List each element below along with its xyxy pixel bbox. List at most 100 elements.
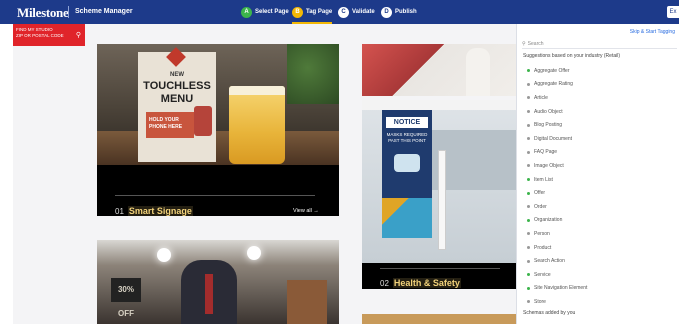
skip-start-tagging-link[interactable]: Skip & Start Tagging — [630, 29, 675, 35]
status-dot-icon — [527, 246, 530, 250]
step-label: Publish — [395, 9, 417, 15]
table-surface — [97, 131, 339, 165]
sign-badge-icon — [166, 47, 186, 67]
schema-label: Offer — [534, 190, 546, 197]
step-label: Select Page — [255, 9, 289, 15]
status-dot-icon — [527, 286, 530, 290]
schema-item[interactable]: Audio Object — [523, 105, 673, 119]
step-select-page[interactable]: A Select Page — [241, 6, 289, 18]
card-caption: 02 Health & Safety — [380, 278, 461, 288]
schema-label: Store — [534, 298, 546, 305]
phone-icon — [194, 106, 212, 136]
schema-item[interactable]: Item List — [523, 173, 673, 187]
card-number: 02 — [380, 278, 389, 288]
added-heading: Schemas added by you — [523, 310, 576, 316]
promo-sign: 30% OFF — [111, 278, 141, 318]
schema-label: Image Object — [534, 162, 564, 169]
schema-item[interactable]: Article — [523, 91, 673, 105]
step-badge: A — [241, 6, 252, 18]
schema-item[interactable]: Product — [523, 241, 673, 255]
card-health-safety[interactable]: NOTICE MASKS REQUIRED PAST THIS POINT 02… — [362, 100, 516, 289]
card-partial-top[interactable] — [362, 44, 516, 96]
exit-button[interactable]: Ex — [667, 6, 679, 18]
find-studio-box[interactable]: FIND MY STUDIO ZIP OR POSTAL CODE ⚲ — [13, 24, 85, 46]
search-icon[interactable]: ⚲ — [76, 32, 81, 39]
person-figure — [466, 48, 490, 96]
sign-text-new: NEW — [170, 72, 184, 78]
schema-label: Order — [534, 203, 547, 210]
schema-label: Aggregate Offer — [534, 67, 570, 74]
schema-item[interactable]: Digital Document — [523, 132, 673, 146]
schema-item[interactable]: Aggregate Rating — [523, 78, 673, 92]
view-all-link[interactable]: View all → — [293, 208, 319, 214]
suggestions-heading: Suggestions based on your industry (Reta… — [523, 53, 620, 59]
ceiling-light — [247, 246, 261, 260]
schema-item[interactable]: Person — [523, 227, 673, 241]
sign-cta: HOLD YOUR PHONE HERE — [146, 112, 194, 138]
schema-label: FAQ Page — [534, 149, 558, 156]
sanitizer-stand — [438, 150, 446, 250]
top-bar: Milestone Scheme Manager A Select Page B… — [0, 0, 679, 24]
schema-label: Site Navigation Element — [534, 285, 588, 292]
status-dot-icon — [527, 178, 530, 182]
schema-item[interactable]: FAQ Page — [523, 146, 673, 160]
schema-label: Aggregate Rating — [534, 81, 573, 88]
status-dot-icon — [527, 259, 530, 263]
menu-sign: NEW TOUCHLESS MENU HOLD YOUR PHONE HERE — [138, 47, 216, 162]
search-placeholder: Search — [527, 40, 544, 47]
postal-code-input[interactable]: ZIP OR POSTAL CODE — [16, 33, 82, 39]
card-retail[interactable]: 30% OFF — [97, 240, 339, 324]
card-smart-signage[interactable]: NEW TOUCHLESS MENU HOLD YOUR PHONE HERE … — [97, 44, 339, 216]
brand-logo[interactable]: Milestone — [17, 5, 69, 21]
step-label: Tag Page — [306, 9, 333, 15]
notice-sign: NOTICE MASKS REQUIRED PAST THIS POINT — [382, 110, 432, 238]
schema-label: Article — [534, 94, 548, 101]
red-tie — [205, 274, 213, 314]
beer-glass — [229, 86, 285, 164]
card-number: 01 — [115, 206, 124, 216]
schema-item[interactable]: Aggregate Offer — [523, 64, 673, 78]
schema-list: Aggregate Offer Aggregate Rating Article… — [523, 64, 673, 309]
status-dot-icon — [527, 164, 530, 168]
step-badge: C — [338, 6, 349, 18]
card-title: Health & Safety — [392, 278, 461, 288]
schema-label: Search Action — [534, 258, 565, 265]
schema-item[interactable]: Blog Posting — [523, 118, 673, 132]
status-dot-icon — [527, 137, 530, 141]
status-dot-icon — [527, 110, 530, 114]
schema-item[interactable]: Search Action — [523, 254, 673, 268]
office-photo: NOTICE MASKS REQUIRED PAST THIS POINT — [362, 100, 516, 263]
status-dot-icon — [527, 191, 530, 195]
page-preview: FIND MY STUDIO ZIP OR POSTAL CODE ⚲ NEW … — [0, 24, 516, 324]
schema-item[interactable]: Organization — [523, 214, 673, 228]
schema-item[interactable]: Order — [523, 200, 673, 214]
divider — [68, 6, 69, 18]
beer-foam — [229, 86, 285, 95]
step-publish[interactable]: D Publish — [381, 6, 417, 18]
schema-item[interactable]: Offer — [523, 186, 673, 200]
sign-graphic — [382, 198, 432, 238]
card-partial-bottom[interactable] — [362, 314, 516, 324]
status-dot-icon — [527, 232, 530, 236]
schema-label: Service — [534, 271, 551, 278]
mask-icon — [394, 154, 420, 172]
status-dot-icon — [527, 96, 530, 100]
schema-search-input[interactable]: ⚲ Search — [522, 39, 677, 49]
plants — [287, 44, 339, 104]
signage-photo: NEW TOUCHLESS MENU HOLD YOUR PHONE HERE — [97, 44, 339, 165]
schema-label: Item List — [534, 176, 553, 183]
geometric-photo — [362, 44, 516, 96]
step-label: Validate — [352, 9, 375, 15]
schema-panel: Skip & Start Tagging ⚲ Search Suggestion… — [516, 24, 679, 324]
schema-item[interactable]: Image Object — [523, 159, 673, 173]
step-tag-page[interactable]: B Tag Page — [292, 6, 333, 24]
status-dot-icon — [527, 150, 530, 154]
schema-item[interactable]: Store — [523, 295, 673, 309]
card-title: Smart Signage — [127, 206, 193, 216]
schema-item[interactable]: Service — [523, 268, 673, 282]
app-name: Scheme Manager — [75, 8, 133, 15]
schema-item[interactable]: Site Navigation Element — [523, 282, 673, 296]
sign-text-menu: MENU — [160, 93, 194, 105]
step-validate[interactable]: C Validate — [338, 6, 375, 18]
card-divider — [115, 195, 315, 196]
